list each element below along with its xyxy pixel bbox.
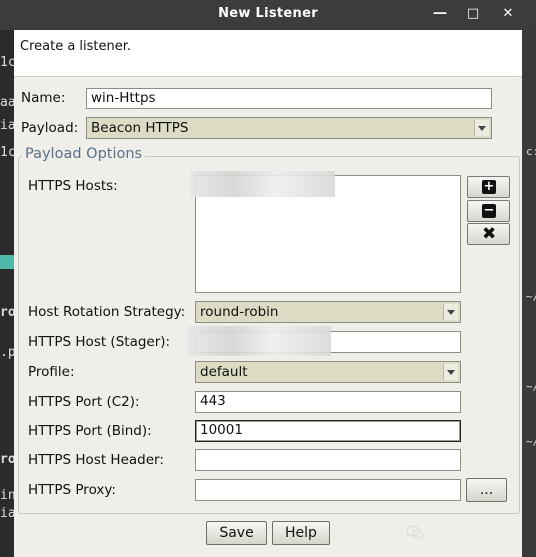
payload-select[interactable]: Beacon HTTPS xyxy=(86,117,492,139)
clear-hosts-button[interactable]: ✖ xyxy=(467,223,510,245)
proxy-label: HTTPS Proxy: xyxy=(28,482,116,498)
terminal-fragment: ~/ xyxy=(526,290,536,303)
chevron-down-icon[interactable] xyxy=(474,120,489,136)
minimize-icon[interactable]: ― xyxy=(432,6,448,22)
profile-select[interactable]: default xyxy=(195,361,461,383)
profile-select-value: default xyxy=(200,364,248,380)
description-panel: Create a listener. xyxy=(14,30,522,77)
name-label: Name: xyxy=(21,90,66,106)
save-button[interactable]: Save xyxy=(206,521,267,545)
host-header-input[interactable] xyxy=(195,449,461,471)
x-icon: ✖ xyxy=(482,224,497,244)
help-button[interactable]: Help xyxy=(272,521,330,545)
port-bind-label: HTTPS Port (Bind): xyxy=(28,423,152,439)
window-title: New Listener xyxy=(218,6,318,21)
profile-label: Profile: xyxy=(28,364,75,380)
chevron-down-icon[interactable] xyxy=(443,304,458,320)
terminal-fragment: c: xyxy=(526,145,536,158)
rotation-select[interactable]: round-robin xyxy=(195,301,461,323)
title-bar[interactable]: New Listener ― □ ✕ xyxy=(0,0,536,30)
name-input[interactable]: win-Https xyxy=(86,88,492,109)
terminal-highlight xyxy=(0,255,14,269)
maximize-icon[interactable]: □ xyxy=(465,6,481,22)
plus-icon: + xyxy=(482,179,496,194)
chevron-down-icon[interactable] xyxy=(443,364,458,380)
rotation-select-value: round-robin xyxy=(200,304,279,320)
redacted-stager xyxy=(188,326,331,356)
rotation-label: Host Rotation Strategy: xyxy=(28,304,186,320)
terminal-fragment: ~/ xyxy=(526,380,536,393)
port-c2-label: HTTPS Port (C2): xyxy=(28,394,140,410)
payload-select-value: Beacon HTTPS xyxy=(91,120,189,136)
minus-icon: − xyxy=(482,203,496,218)
remove-host-button[interactable]: − xyxy=(467,200,510,222)
host-header-label: HTTPS Host Header: xyxy=(28,452,164,468)
close-icon[interactable]: ✕ xyxy=(500,6,516,22)
payload-label: Payload: xyxy=(21,120,79,136)
watermark-text: Gcow安全团队 xyxy=(431,527,513,541)
wechat-icon xyxy=(406,525,424,539)
description-text: Create a listener. xyxy=(20,39,132,54)
proxy-input[interactable] xyxy=(195,479,461,501)
redacted-host xyxy=(190,171,335,197)
terminal-fragment: ~/ xyxy=(526,435,536,448)
port-bind-input[interactable]: 10001 xyxy=(195,420,461,442)
add-host-button[interactable]: + xyxy=(467,176,510,198)
port-c2-input[interactable]: 443 xyxy=(195,391,461,413)
group-title: Payload Options xyxy=(22,146,146,162)
https-hosts-label: HTTPS Hosts: xyxy=(28,178,118,194)
proxy-config-button[interactable]: ... xyxy=(466,478,507,502)
stager-label: HTTPS Host (Stager): xyxy=(28,334,171,350)
